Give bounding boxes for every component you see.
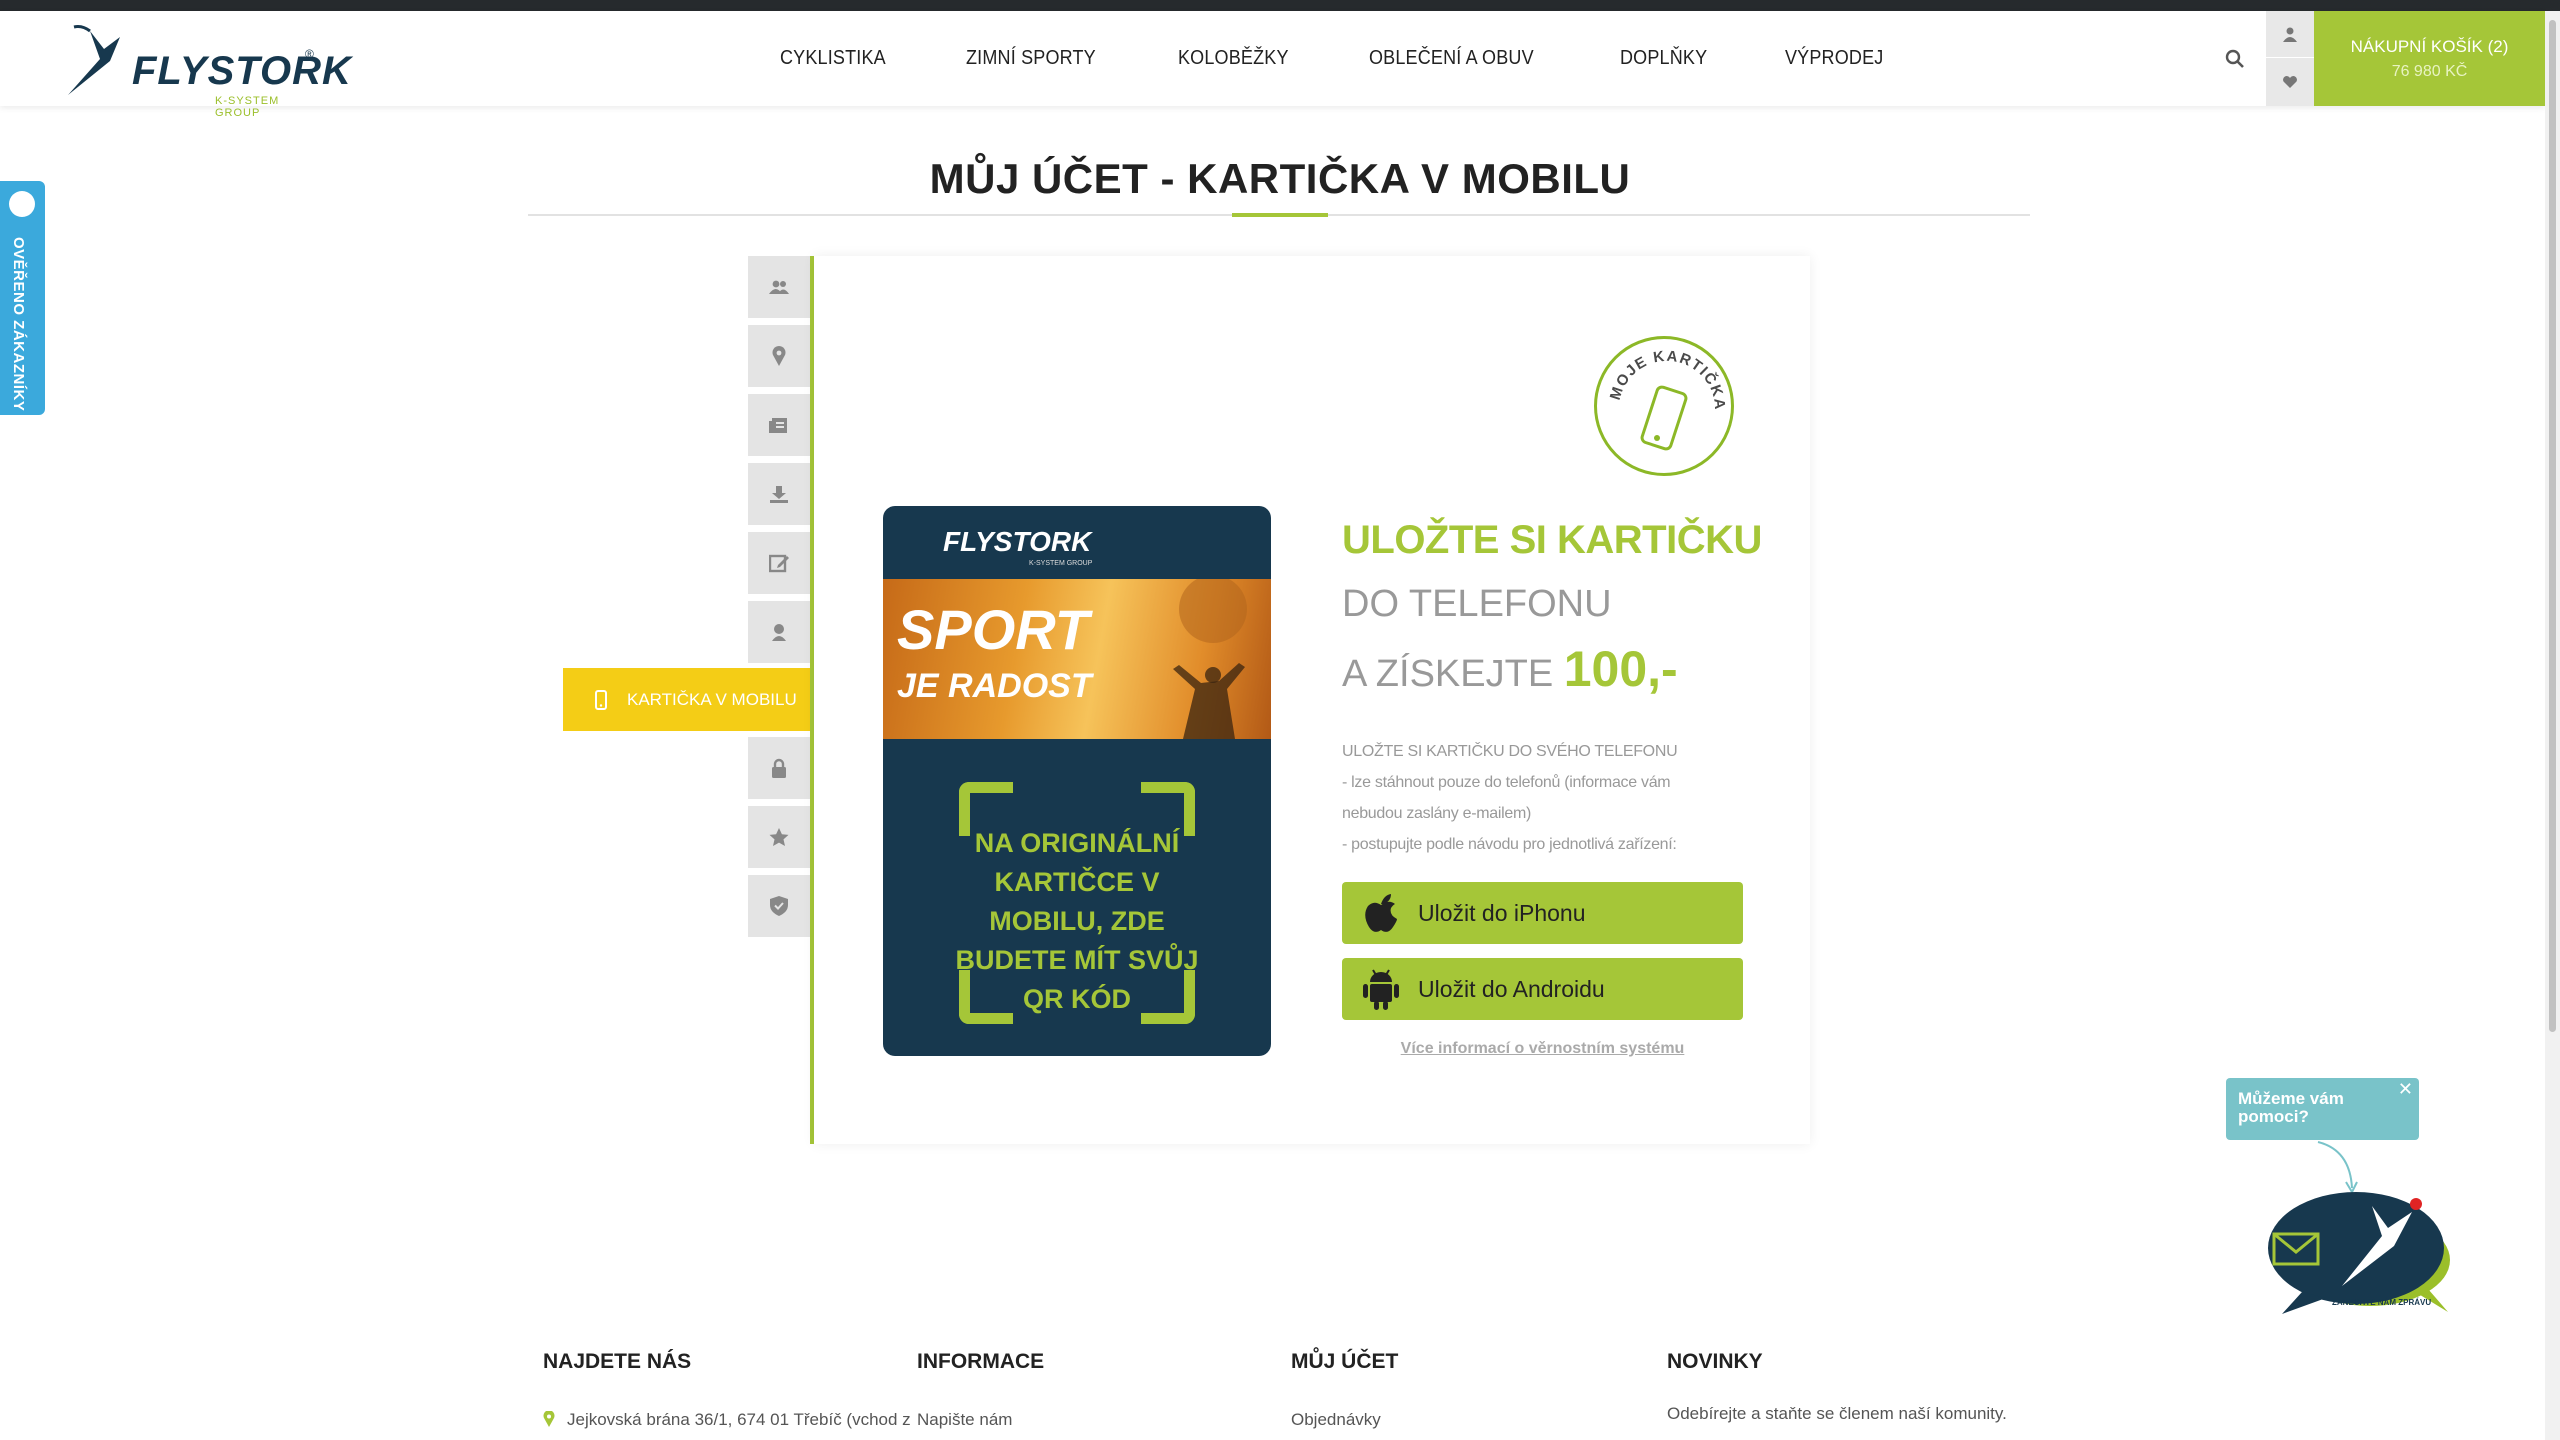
qr-placeholder-message: NA ORIGINÁLNÍ KARTIČCE V MOBILU, ZDE BUD…: [955, 828, 1199, 1014]
promo-desc-line: nebudou zaslány e-mailem): [1342, 805, 1532, 822]
stamp-graphic: MOJE KARTIČKA: [1607, 348, 1729, 451]
bubble-caption: ZANECHTE NÁM ZPRÁVU: [2332, 1298, 2432, 1307]
menu-favorites[interactable]: [748, 806, 810, 868]
promo-desc-line: - lze stáhnout pouze do telefonů (inform…: [1342, 774, 1671, 791]
card-logo-text: FLYSTORK: [943, 526, 1092, 557]
promo-description: ULOŽTE SI KARTIČKU DO SVÉHO TELEFONU - l…: [1342, 736, 1682, 860]
footer-heading: MŮJ ÚČET: [1291, 1350, 1399, 1373]
card-banner: SPORT JE RADOST: [883, 579, 1271, 739]
promo-line3-text: A ZÍSKEJTE: [1342, 653, 1554, 695]
site-header: FLYSTORK ® K-SYSTEM GROUP CYKLISTIKA ZIM…: [0, 11, 2545, 119]
map-pin-icon: [772, 346, 786, 366]
loyalty-card-preview: FLYSTORK K-SYSTEM GROUP SPORT JE RADOST …: [883, 506, 1271, 1056]
banner-subheadline: JE RADOST: [897, 667, 1092, 705]
page-title: MŮJ ÚČET - KARTIČKA V MOBILU: [929, 155, 1631, 202]
account-button[interactable]: [2266, 11, 2314, 58]
my-card-stamp: MOJE KARTIČKA: [1594, 336, 1734, 476]
help-popup[interactable]: Můžeme vám pomoci? ✕: [2226, 1078, 2419, 1140]
nav-kolobezky[interactable]: KOLOBĚŽKY: [1178, 47, 1289, 70]
wishlist-button[interactable]: [2266, 58, 2314, 105]
user-badge-icon: [772, 624, 786, 641]
footer-col-newsletter: NOVINKY Odebírejte a staňte se členem na…: [1667, 1350, 2007, 1424]
menu-loyalty[interactable]: [748, 601, 810, 663]
download-icon: [770, 486, 788, 503]
promo-desc-line: - postupujte podle návodu pro jednotlivá…: [1342, 836, 1677, 853]
menu-card-in-mobile-label: KARTIČKA V MOBILU: [627, 689, 797, 709]
promo-line3: A ZÍSKEJTE 100,-: [1342, 640, 1678, 698]
save-to-iphone-label: Uložit do iPhonu: [1418, 899, 1586, 926]
mobile-phone-icon: [595, 689, 607, 710]
nav-vyprodej[interactable]: VÝPRODEJ: [1785, 47, 1883, 70]
cart-button[interactable]: NÁKUPNÍ KOŠÍK (2) 76 980 KČ: [2314, 11, 2545, 106]
apple-icon: [1358, 890, 1404, 936]
android-icon: [1358, 966, 1404, 1012]
logo-text: FLYSTORK: [132, 49, 352, 93]
svg-text:MOJE KARTIČKA: MOJE KARTIČKA: [1607, 348, 1729, 412]
help-text: Můžeme vám pomoci?: [2238, 1089, 2344, 1126]
map-pin-icon: [543, 1410, 555, 1427]
user-icon: [2283, 27, 2297, 42]
cart-count: (2): [2487, 37, 2509, 56]
footer-newsletter-text: Odebírejte a staňte se členem naší komun…: [1667, 1404, 2007, 1423]
registered-mark: ®: [305, 47, 314, 61]
nav-doplnky[interactable]: DOPLŇKY: [1620, 47, 1707, 70]
nav-cyklistika[interactable]: CYKLISTIKA: [780, 47, 886, 70]
card-logo: FLYSTORK K-SYSTEM GROUP: [909, 526, 1092, 567]
nav-obleceni-a-obuv[interactable]: OBLEČENÍ A OBUV: [1369, 47, 1534, 70]
site-logo[interactable]: FLYSTORK ® K-SYSTEM GROUP: [60, 19, 351, 119]
promo-line2: DO TELEFONU: [1342, 583, 1612, 625]
nav-zimni-sporty[interactable]: ZIMNÍ SPORTY: [966, 47, 1096, 70]
edit-icon: [769, 554, 789, 573]
menu-password[interactable]: [748, 737, 810, 799]
contact-message-widget[interactable]: ZANECHTE NÁM ZPRÁVU: [2262, 1186, 2452, 1318]
verified-customers-tab[interactable]: OVĚŘENO ZÁKAZNÍKY: [0, 181, 45, 415]
menu-orders[interactable]: [748, 394, 810, 456]
top-strip: [0, 0, 2560, 11]
stork-logo-icon: [68, 25, 120, 95]
promo-desc-line: ULOŽTE SI KARTIČKU DO SVÉHO TELEFONU: [1342, 743, 1678, 760]
loyalty-info-link[interactable]: Více informací o věrnostním systému: [1342, 1040, 1743, 1058]
phone-outline-icon: [1640, 385, 1688, 451]
footer-col-account: MŮJ ÚČET Objednávky: [1291, 1350, 1398, 1430]
logo-subtitle: K-SYSTEM GROUP: [215, 95, 280, 119]
shield-icon: [770, 896, 788, 916]
footer-heading: INFORMACE: [917, 1350, 1045, 1373]
footer-address: Jejkovská brána 36/1, 674 01 Třebíč (vch…: [543, 1410, 911, 1430]
menu-personal-data[interactable]: [748, 256, 810, 318]
banner-headline: SPORT: [897, 598, 1089, 661]
orders-icon: [769, 418, 787, 433]
save-to-android-button[interactable]: Uložit do Androidu: [1342, 958, 1743, 1020]
search-icon: [2225, 49, 2244, 68]
menu-downloads[interactable]: [748, 463, 810, 525]
save-to-iphone-button[interactable]: Uložit do iPhonu: [1342, 882, 1743, 944]
lock-icon: [772, 758, 786, 778]
promo-headline: ULOŽTE SI KARTIČKU: [1342, 518, 1762, 562]
stamp-text: MOJE KARTIČKA: [1607, 348, 1727, 412]
title-accent: [1232, 213, 1328, 217]
cart-total: 76 980 KČ: [2391, 63, 2468, 80]
promo-amount: 100,-: [1563, 641, 1678, 697]
menu-card-in-mobile[interactable]: KARTIČKA V MOBILU: [563, 668, 812, 731]
footer-col-info: INFORMACE Napište nám: [917, 1350, 1044, 1430]
close-icon[interactable]: ✕: [2398, 1080, 2413, 1098]
users-icon: [769, 280, 789, 294]
heart-icon: [2283, 75, 2297, 88]
menu-addresses[interactable]: [748, 325, 810, 387]
footer-heading: NAJDETE NÁS: [543, 1350, 692, 1373]
footer-address-text: Jejkovská brána 36/1, 674 01 Třebíč (vch…: [567, 1410, 911, 1429]
save-to-android-label: Uložit do Androidu: [1418, 975, 1605, 1002]
cart-label: NÁKUPNÍ KOŠÍK: [2350, 37, 2483, 56]
star-icon: [769, 827, 789, 846]
menu-privacy[interactable]: [748, 875, 810, 937]
footer-col-contact: NAJDETE NÁS Jejkovská brána 36/1, 674 01…: [543, 1350, 911, 1430]
main-nav: CYKLISTIKA ZIMNÍ SPORTY KOLOBĚŽKY OBLEČE…: [780, 11, 1962, 106]
footer-heading: NOVINKY: [1667, 1350, 1763, 1373]
footer-link[interactable]: Napište nám: [917, 1410, 1044, 1430]
search-button[interactable]: [2204, 11, 2266, 106]
account-shortcuts: [2266, 11, 2314, 106]
menu-reviews[interactable]: [748, 532, 810, 594]
footer-link[interactable]: Objednávky: [1291, 1410, 1398, 1430]
verified-label: OVĚŘENO ZÁKAZNÍKY: [10, 237, 27, 412]
card-logo-sub: K-SYSTEM GROUP: [1029, 560, 1093, 567]
